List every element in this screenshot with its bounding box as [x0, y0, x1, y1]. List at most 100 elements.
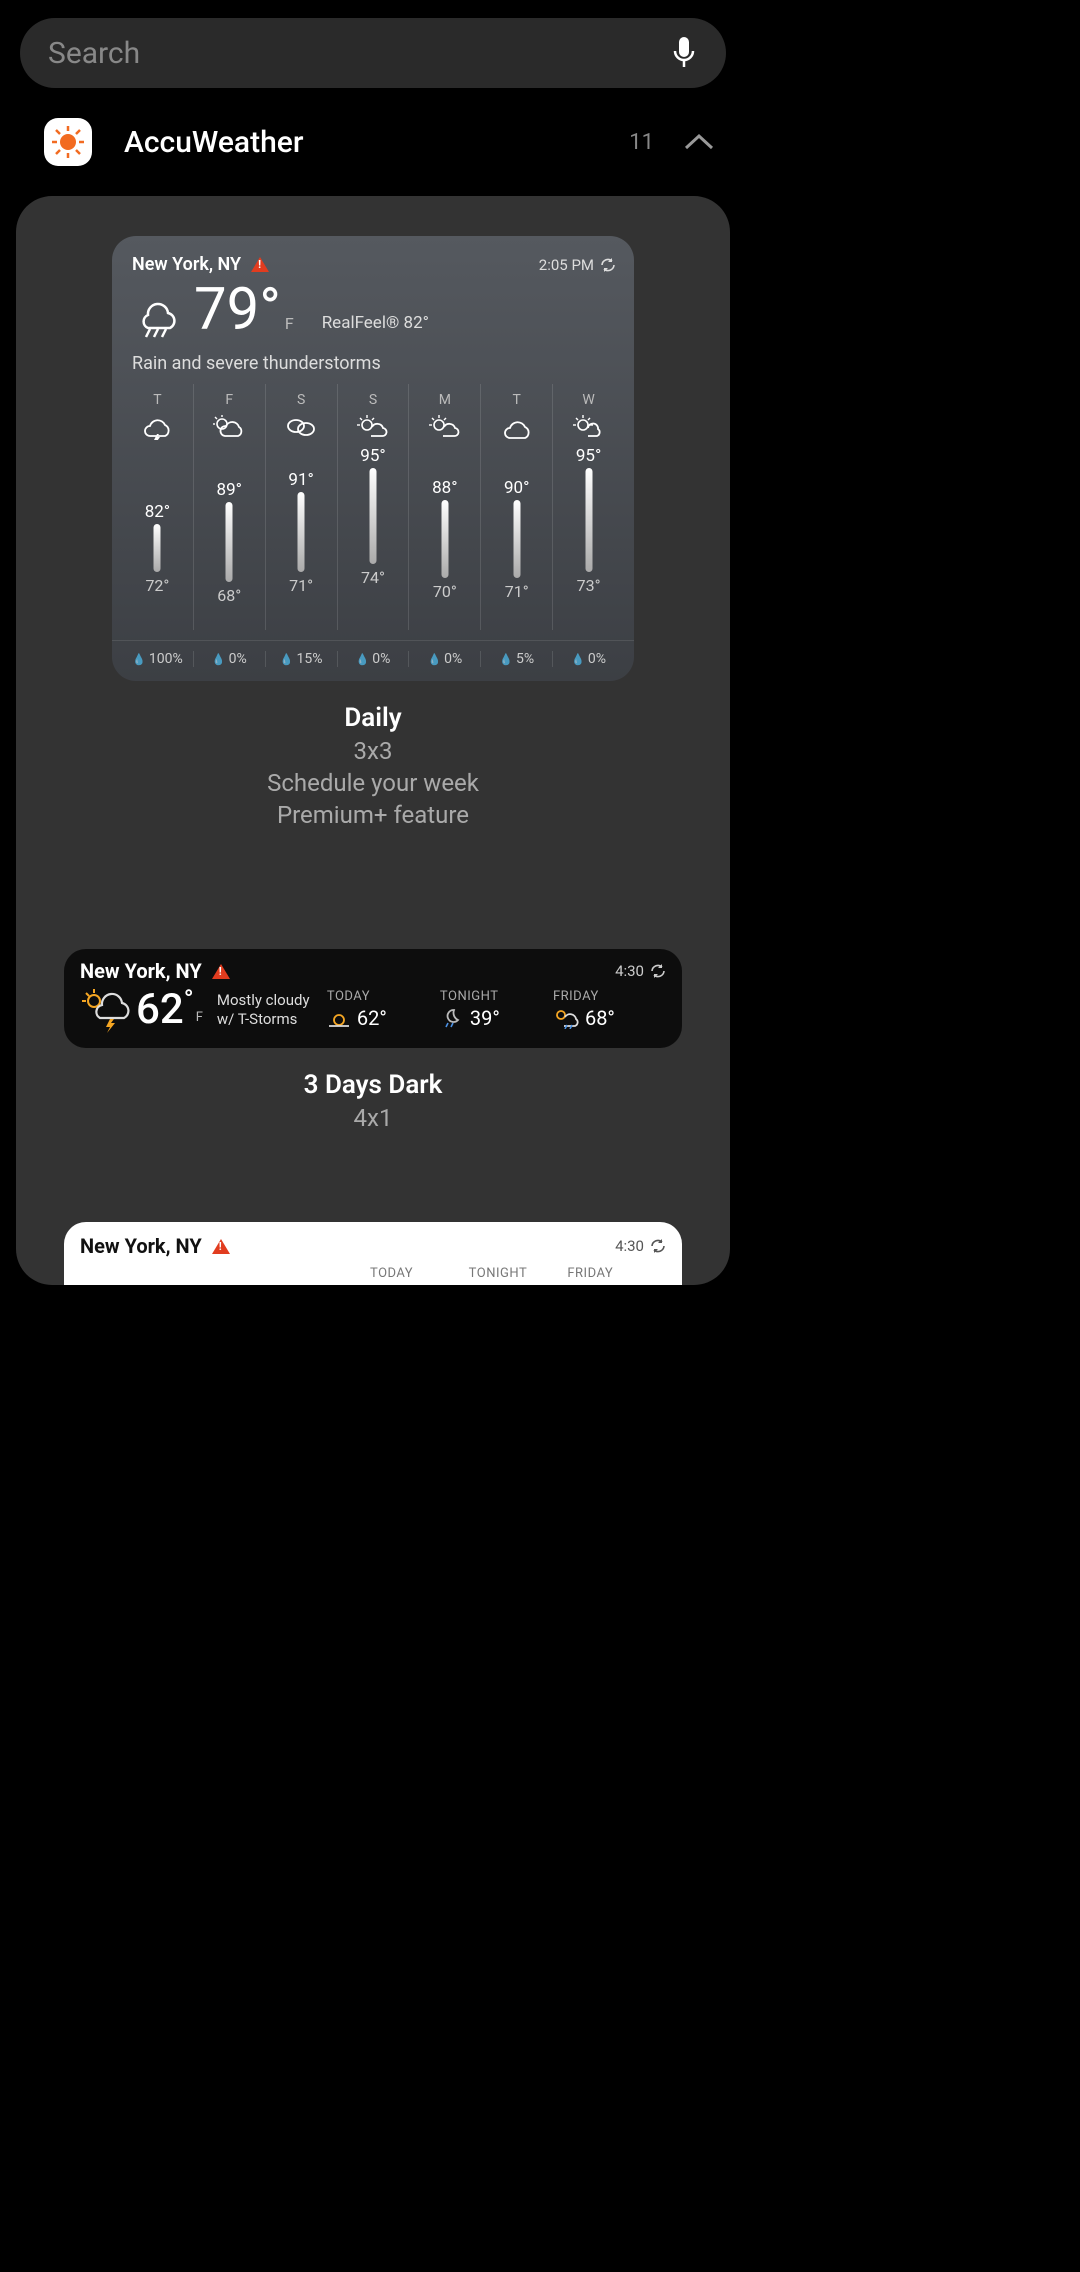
precip-cell: 💧0%: [552, 651, 624, 667]
widget-size: 3x3: [64, 737, 682, 765]
update-time: 2:05 PM: [539, 256, 594, 274]
lo-temp: 74°: [338, 568, 409, 587]
sunset-icon: [327, 1008, 351, 1028]
day-label: T: [513, 392, 521, 408]
slot-friday: FRIDAY 68°: [553, 989, 666, 1030]
drop-icon: 💧: [571, 653, 585, 666]
widget-count: 11: [629, 130, 654, 155]
widget-size: 4x1: [64, 1104, 682, 1132]
day-label: M: [439, 392, 451, 408]
location: New York, NY: [80, 959, 202, 983]
widget-title: Daily: [64, 703, 682, 733]
temp-bar: [226, 502, 233, 582]
day-label: S: [297, 392, 305, 408]
precip-cell: 💧5%: [480, 651, 552, 667]
lo-temp: 71°: [266, 576, 337, 595]
drop-icon: 💧: [212, 653, 226, 666]
day-label: F: [225, 392, 233, 408]
weather-desc: Rain and severe thunderstorms: [112, 339, 634, 384]
widget-title: 3 Days Dark: [64, 1070, 682, 1100]
weather-icon: [356, 414, 390, 440]
lo-temp: 71°: [481, 582, 552, 601]
alert-icon: [251, 257, 269, 272]
day-col: S 95° 74°: [337, 384, 409, 630]
widget1-label: Daily 3x3 Schedule your week Premium+ fe…: [64, 703, 682, 829]
refresh-icon: [650, 1238, 666, 1254]
location: New York, NY: [132, 254, 241, 275]
three-days-dark-widget-preview[interactable]: New York, NY 4:30 62° F Mostly cloudy w/…: [64, 949, 682, 1048]
sun-rain-icon: [553, 1007, 579, 1029]
temp-bar: [298, 492, 305, 572]
drop-icon: 💧: [356, 653, 370, 666]
update-time: 4:30: [615, 962, 644, 980]
day-col: T 82° 72°: [122, 384, 193, 630]
night-rain-icon: [440, 1007, 464, 1029]
hi-temp: 82°: [122, 502, 193, 522]
day-col: T 90° 71°: [480, 384, 552, 630]
precip-cell: 💧15%: [265, 651, 337, 667]
widget-picker-board: New York, NY 2:05 PM 79° F RealFeel® 82°…: [16, 196, 730, 1285]
location: New York, NY: [80, 1234, 202, 1258]
weather-icon: [572, 414, 606, 440]
temp-bar: [370, 468, 377, 564]
day-col: S 91° 71°: [265, 384, 337, 630]
temp-unit: F: [196, 1010, 203, 1025]
app-name: AccuWeather: [124, 125, 629, 160]
day-col: F 89° 68°: [193, 384, 265, 630]
temp-bar: [441, 500, 448, 578]
tstorm-icon: [80, 987, 136, 1033]
weather-icon: [500, 414, 534, 440]
drop-icon: 💧: [499, 653, 513, 666]
precip-row: 💧100%💧0%💧15%💧0%💧0%💧5%💧0%: [112, 640, 634, 667]
slot-today: TODAY 62°: [327, 989, 440, 1030]
current-temp: 79°: [194, 281, 281, 339]
lo-temp: 70°: [409, 582, 480, 601]
search-placeholder: Search: [48, 36, 670, 71]
daily-widget-preview[interactable]: New York, NY 2:05 PM 79° F RealFeel® 82°…: [112, 236, 634, 681]
drop-icon: 💧: [132, 653, 146, 666]
three-days-light-widget-preview[interactable]: New York, NY 4:30 TODAY TONIGHT FRIDAY: [64, 1222, 682, 1285]
hi-temp: 91°: [266, 470, 337, 490]
precip-cell: 💧100%: [122, 651, 193, 667]
weather-icon: [284, 414, 318, 440]
alert-icon: [212, 964, 230, 979]
refresh-icon: [600, 257, 616, 273]
drop-icon: 💧: [280, 653, 294, 666]
update-time: 4:30: [615, 1237, 644, 1255]
slot-label: TONIGHT: [469, 1266, 568, 1281]
temp-unit: F: [285, 314, 294, 333]
day-label: W: [582, 392, 594, 408]
widget-sub1: Schedule your week: [64, 769, 682, 797]
forecast-row: T 82° 72° F 89° 68° S 91° 71° S 95° 74° M 88° 70° T 90° 7…: [112, 384, 634, 630]
slot-label: TODAY: [370, 1266, 469, 1281]
hi-temp: 90°: [481, 478, 552, 498]
day-col: M 88° 70°: [408, 384, 480, 630]
day-label: S: [369, 392, 377, 408]
rain-icon: [132, 295, 186, 339]
hi-temp: 95°: [338, 446, 409, 466]
search-bar[interactable]: Search: [20, 18, 726, 88]
chevron-up-icon[interactable]: [682, 132, 716, 152]
lo-temp: 72°: [122, 576, 193, 595]
weather-icon: [140, 414, 174, 440]
hi-temp: 89°: [194, 480, 265, 500]
day-label: T: [153, 392, 161, 408]
realfeel: RealFeel® 82°: [322, 313, 429, 333]
alert-icon: [212, 1239, 230, 1254]
refresh-icon: [650, 963, 666, 979]
temp-bar: [154, 524, 161, 572]
weather-desc: Mostly cloudy w/ T-Storms: [217, 991, 327, 1029]
slot-tonight: TONIGHT 39°: [440, 989, 553, 1030]
hi-temp: 88°: [409, 478, 480, 498]
temp-bar: [513, 500, 520, 578]
widget2-label: 3 Days Dark 4x1: [64, 1070, 682, 1132]
app-header: AccuWeather 11: [0, 88, 746, 180]
lo-temp: 68°: [194, 586, 265, 605]
precip-cell: 💧0%: [408, 651, 480, 667]
precip-cell: 💧0%: [337, 651, 409, 667]
weather-icon: [428, 414, 462, 440]
mic-icon[interactable]: [670, 35, 698, 71]
current-temp: 62°: [136, 985, 194, 1034]
temp-bar: [585, 468, 592, 572]
accuweather-app-icon[interactable]: [44, 118, 92, 166]
